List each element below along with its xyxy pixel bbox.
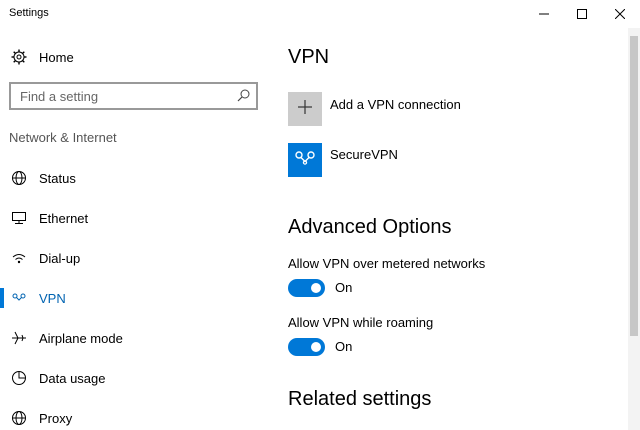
sidebar-item-label: Proxy bbox=[39, 410, 73, 426]
sidebar-item-ethernet[interactable]: Ethernet bbox=[0, 200, 270, 236]
toggle-state-label: On bbox=[335, 339, 353, 354]
sidebar-item-vpn[interactable]: VPN bbox=[0, 280, 270, 316]
sidebar-item-home[interactable]: Home bbox=[0, 42, 270, 72]
dialup-icon bbox=[11, 250, 27, 266]
sidebar-item-label: Home bbox=[39, 49, 74, 65]
toggle-knob bbox=[311, 342, 321, 352]
sidebar-item-airplane-mode[interactable]: Airplane mode bbox=[0, 320, 270, 356]
window-title: Settings bbox=[9, 7, 49, 19]
metered-networks-toggle[interactable] bbox=[288, 279, 325, 297]
related-settings-heading: Related settings bbox=[288, 388, 432, 410]
sidebar-item-status[interactable]: Status bbox=[0, 160, 270, 196]
minimize-icon bbox=[539, 9, 549, 19]
main-content: VPN Add a VPN connection SecureVPN Advan… bbox=[288, 28, 624, 430]
minimize-button[interactable] bbox=[524, 0, 564, 28]
sidebar-item-label: Data usage bbox=[39, 370, 106, 386]
sidebar-item-label: VPN bbox=[39, 290, 66, 306]
advanced-options-heading: Advanced Options bbox=[288, 216, 452, 238]
scrollbar[interactable] bbox=[628, 28, 640, 430]
toggle-state-label: On bbox=[335, 280, 353, 295]
airplane-icon bbox=[11, 330, 27, 346]
data-usage-icon bbox=[11, 370, 27, 386]
search-input[interactable]: Find a setting bbox=[9, 82, 258, 110]
search-placeholder: Find a setting bbox=[20, 89, 99, 104]
sidebar-item-label: Status bbox=[39, 170, 76, 186]
section-title: Network & Internet bbox=[9, 130, 117, 145]
search-icon bbox=[237, 89, 250, 107]
sidebar-item-data-usage[interactable]: Data usage bbox=[0, 360, 270, 396]
sidebar-item-label: Ethernet bbox=[39, 210, 89, 226]
vpn-icon bbox=[11, 290, 27, 306]
close-icon bbox=[615, 9, 625, 19]
sidebar-item-label: Airplane mode bbox=[39, 330, 123, 346]
sidebar-item-dialup[interactable]: Dial-up bbox=[0, 240, 270, 276]
metered-networks-label: Allow VPN over metered networks bbox=[288, 256, 486, 271]
metered-networks-toggle-row: On bbox=[288, 279, 488, 299]
toggle-knob bbox=[311, 283, 321, 293]
globe-icon bbox=[11, 410, 27, 426]
maximize-button[interactable] bbox=[562, 0, 602, 28]
active-indicator bbox=[0, 288, 4, 308]
vpn-icon bbox=[294, 150, 316, 171]
roaming-toggle-row: On bbox=[288, 338, 488, 358]
title-bar: Settings bbox=[0, 0, 640, 28]
add-vpn-label: Add a VPN connection bbox=[330, 97, 461, 112]
connection-tile bbox=[288, 143, 322, 177]
monitor-icon bbox=[11, 210, 27, 226]
scrollbar-thumb[interactable] bbox=[630, 36, 638, 336]
gear-icon bbox=[11, 49, 27, 65]
roaming-label: Allow VPN while roaming bbox=[288, 315, 434, 330]
page-title: VPN bbox=[288, 46, 330, 68]
close-button[interactable] bbox=[600, 0, 640, 28]
connection-name: SecureVPN bbox=[330, 147, 398, 162]
add-vpn-connection-button[interactable]: Add a VPN connection bbox=[288, 92, 588, 128]
roaming-toggle[interactable] bbox=[288, 338, 325, 356]
vpn-connection-item[interactable]: SecureVPN bbox=[288, 143, 588, 179]
sidebar: Home Find a setting Network & Internet S… bbox=[0, 28, 270, 430]
sidebar-item-label: Dial-up bbox=[39, 250, 81, 266]
sidebar-item-proxy[interactable]: Proxy bbox=[0, 400, 270, 430]
add-tile bbox=[288, 92, 322, 126]
globe-icon bbox=[11, 170, 27, 186]
plus-icon bbox=[298, 99, 312, 119]
maximize-icon bbox=[577, 9, 587, 19]
